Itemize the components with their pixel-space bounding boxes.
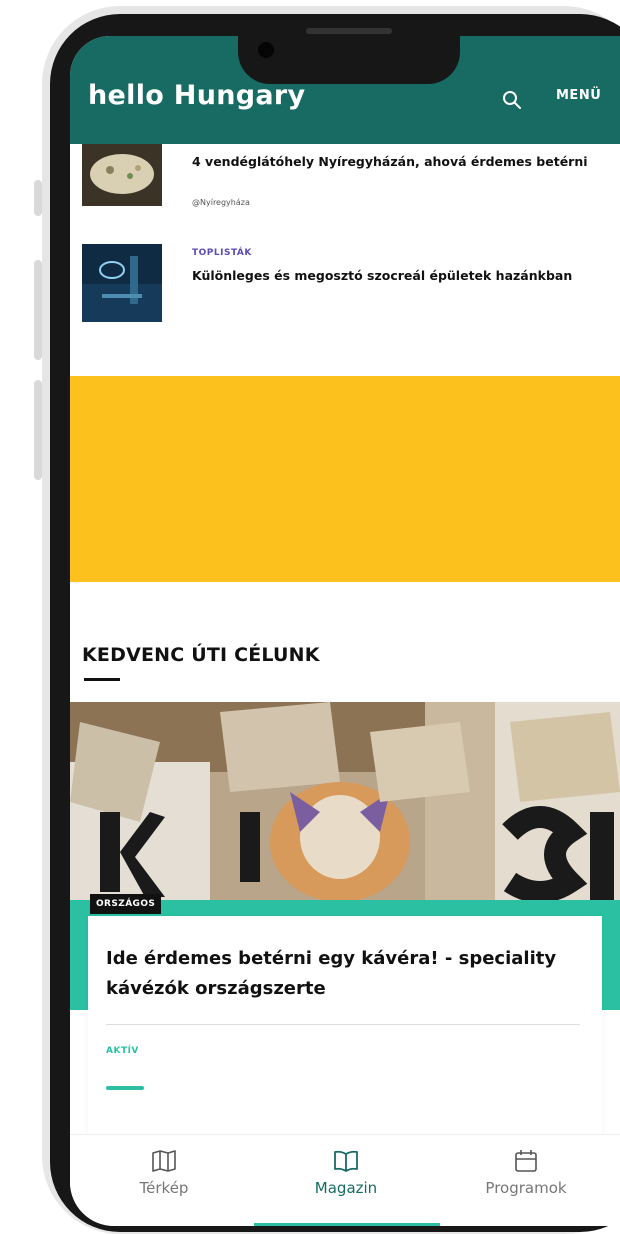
list-item[interactable]: TOPLISTÁK Különleges és megosztó szocreá… [82, 240, 612, 340]
card-accent-bar [106, 1086, 144, 1090]
camera-icon [258, 42, 274, 58]
nav-label: Magazin [314, 1179, 378, 1197]
section-underline [84, 678, 120, 681]
bottom-navigation: Térkép Magazin Programok [70, 1134, 620, 1226]
category-badge[interactable]: ORSZÁGOS [90, 894, 162, 914]
calendar-icon [446, 1149, 606, 1173]
nav-label: Programok [485, 1179, 567, 1197]
phone-side-button [34, 260, 42, 360]
speaker-grille [306, 28, 392, 34]
hello-hungary-logo[interactable]: hello Hungary [88, 80, 305, 111]
article-location: @Nyíregyháza [192, 198, 250, 207]
phone-notch [238, 22, 460, 84]
phone-side-button [34, 180, 42, 216]
feature-image[interactable] [70, 702, 620, 902]
nav-item-map[interactable]: Térkép [84, 1149, 244, 1197]
active-tab-indicator [254, 1223, 440, 1226]
article-thumbnail[interactable] [82, 144, 162, 206]
map-icon [84, 1149, 244, 1173]
list-item[interactable]: 4 vendéglátóhely Nyíregyházán, ahová érd… [82, 144, 612, 234]
article-category[interactable]: TOPLISTÁK [192, 248, 252, 258]
nav-label: Térkép [139, 1179, 189, 1197]
feature-card[interactable]: Ide érdemes betérni egy kávéra! - specia… [88, 916, 602, 1136]
nav-item-programs[interactable]: Programok [446, 1149, 606, 1197]
menu-button[interactable]: MENÜ [556, 88, 601, 103]
search-icon[interactable] [500, 88, 524, 112]
article-title[interactable]: Különleges és megosztó szocreál épületek… [192, 266, 612, 286]
app-screen: hello Hungary MENÜ 4 vendéglátóhely Nyír… [70, 36, 620, 1226]
feature-title[interactable]: Ide érdemes betérni egy kávéra! - specia… [106, 944, 576, 1004]
book-icon [266, 1149, 426, 1173]
article-title[interactable]: 4 vendéglátóhely Nyíregyházán, ahová érd… [192, 152, 612, 172]
nav-item-magazine[interactable]: Magazin [266, 1149, 426, 1197]
feature-tag[interactable]: AKTÍV [106, 1046, 139, 1056]
section-title: KEDVENC ÚTI CÉLUNK [82, 644, 320, 666]
ad-banner[interactable] [70, 376, 620, 582]
card-divider [106, 1024, 580, 1025]
article-thumbnail[interactable] [82, 244, 162, 322]
phone-side-button [34, 380, 42, 480]
